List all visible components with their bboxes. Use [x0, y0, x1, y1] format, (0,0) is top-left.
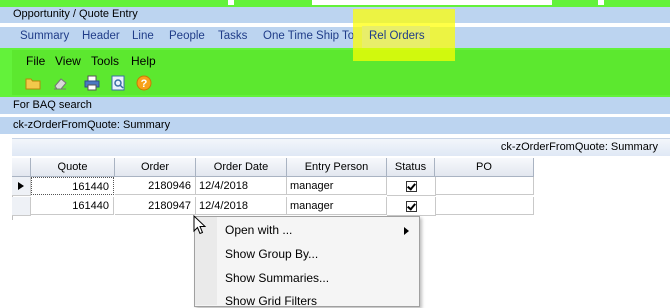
tab-header[interactable]: Header [82, 30, 120, 42]
window-title: Opportunity / Quote Entry [13, 8, 138, 20]
tab-bar: Summary Header Line People Tasks One Tim… [0, 27, 670, 48]
column-header-entry-person[interactable]: Entry Person [287, 158, 387, 177]
tab-rel-orders[interactable]: Rel Orders [362, 26, 430, 48]
top-strip [0, 0, 670, 7]
strip-gap [312, 0, 552, 5]
row-selector-header [12, 158, 31, 177]
column-header-order[interactable]: Order [115, 158, 196, 177]
current-row-indicator-icon [12, 177, 31, 196]
table-row[interactable]: 161440 2180947 12/4/2018 manager [12, 197, 534, 216]
menu-view[interactable]: View [55, 54, 81, 68]
summary-header-label: ck-zOrderFromQuote: Summary [13, 119, 171, 131]
panel-title: ck-zOrderFromQuote: Summary [500, 141, 658, 153]
column-header-po[interactable]: PO [435, 158, 534, 177]
context-menu-item-show-summaries[interactable]: Show Summaries... [225, 271, 329, 285]
tab-people[interactable]: People [169, 30, 205, 42]
cell-status[interactable] [387, 177, 436, 196]
print-icon[interactable] [83, 74, 101, 92]
print-preview-icon[interactable] [109, 74, 127, 92]
menu-tools[interactable]: Tools [91, 54, 119, 68]
baq-search-bar: For BAQ search [0, 97, 670, 114]
context-menu-item-show-group-by[interactable]: Show Group By... [225, 247, 318, 261]
cell-po[interactable] [435, 197, 534, 215]
folder-icon[interactable] [24, 74, 42, 92]
summary-header: ck-zOrderFromQuote: Summary [0, 117, 670, 134]
column-header-status[interactable]: Status [387, 158, 435, 177]
status-checkbox[interactable] [405, 180, 417, 192]
cell-entry-person[interactable]: manager [287, 197, 387, 215]
cell-po[interactable] [435, 177, 534, 195]
tab-line[interactable]: Line [132, 30, 154, 42]
cell-order[interactable]: 2180947 [115, 197, 196, 215]
context-menu-item-open-with[interactable]: Open with ... [225, 223, 292, 237]
tab-tasks[interactable]: Tasks [218, 30, 247, 42]
menu-help[interactable]: Help [131, 54, 156, 68]
row-selector[interactable] [12, 197, 31, 216]
cell-quote[interactable]: 161440 [31, 197, 114, 215]
svg-text:?: ? [141, 78, 148, 90]
column-header-order-date[interactable]: Order Date [196, 158, 287, 177]
help-icon[interactable]: ? [135, 74, 153, 92]
cell-order[interactable]: 2180946 [115, 177, 196, 195]
mouse-cursor-icon [193, 214, 207, 238]
strip-gap [598, 0, 604, 5]
strip-gap [228, 0, 234, 5]
tab-rel-orders-label: Rel Orders [369, 30, 425, 42]
cell-quote[interactable]: 161440 [31, 177, 114, 195]
cell-order-date[interactable]: 12/4/2018 [196, 177, 287, 195]
tab-summary[interactable]: Summary [20, 30, 69, 42]
window-title-bar: Opportunity / Quote Entry [0, 7, 670, 23]
column-header-quote[interactable]: Quote [31, 158, 115, 177]
eraser-icon[interactable] [51, 74, 69, 92]
status-checkbox[interactable] [405, 200, 417, 212]
context-menu-item-show-grid-filters[interactable]: Show Grid Filters [225, 294, 317, 308]
cell-order-date[interactable]: 12/4/2018 [196, 197, 287, 215]
tab-one-time-ship-to[interactable]: One Time Ship To [263, 30, 354, 42]
submenu-arrow-icon [404, 226, 409, 238]
cell-status[interactable] [387, 197, 436, 216]
table-row[interactable]: 161440 2180946 12/4/2018 manager [12, 177, 534, 196]
menu-file[interactable]: File [26, 54, 45, 68]
cell-entry-person[interactable]: manager [287, 177, 387, 195]
panel-header: ck-zOrderFromQuote: Summary [12, 138, 670, 156]
baq-label: For BAQ search [13, 99, 92, 111]
